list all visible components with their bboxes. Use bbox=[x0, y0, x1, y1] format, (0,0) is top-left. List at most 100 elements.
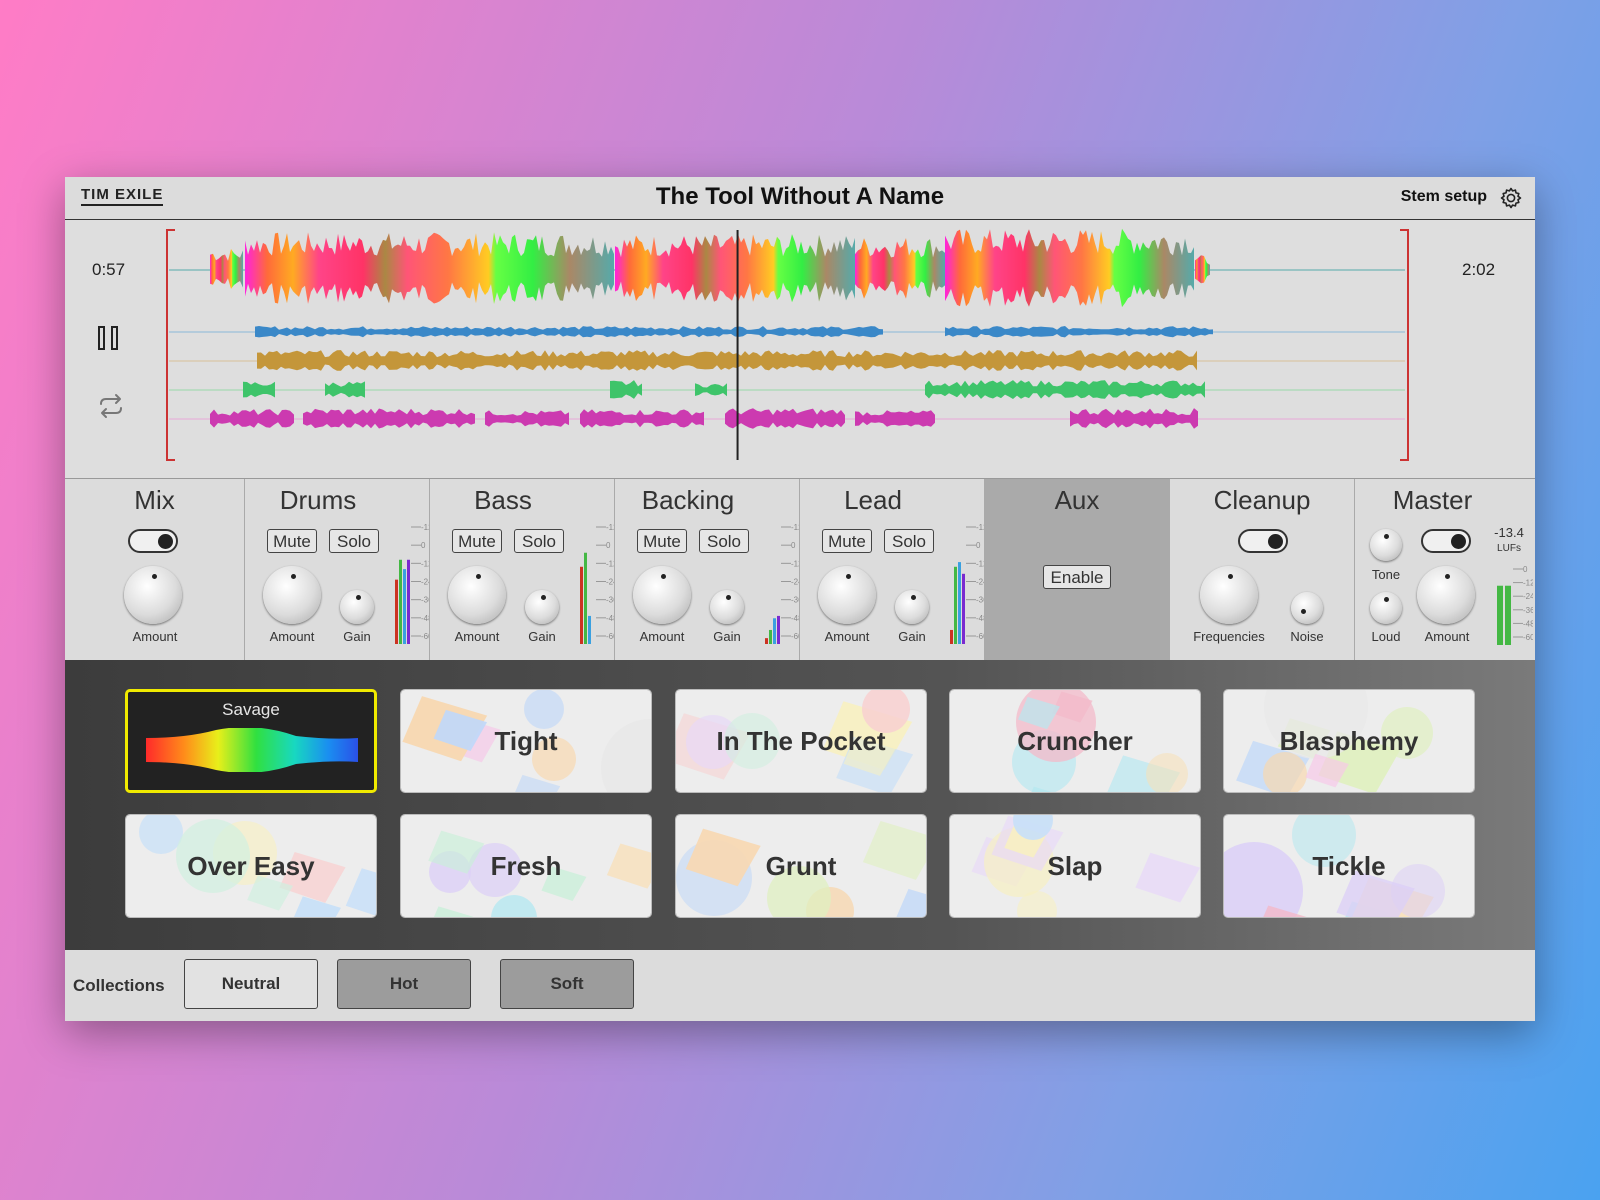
collection-hot-button[interactable]: Hot bbox=[337, 959, 471, 1009]
drums-mute-button[interactable]: Mute bbox=[267, 529, 317, 553]
preset-tile-fresh[interactable]: Fresh bbox=[400, 814, 652, 918]
range-start-marker[interactable] bbox=[166, 229, 175, 461]
drums-gain-knob[interactable] bbox=[340, 590, 374, 624]
master-loud-knob[interactable] bbox=[1370, 592, 1402, 624]
backing-gain-label: Gain bbox=[713, 629, 741, 644]
meter-bar bbox=[954, 566, 957, 644]
aux-title: Aux bbox=[1054, 485, 1100, 515]
waveform-segment bbox=[580, 409, 704, 428]
preset-tile-tight[interactable]: Tight bbox=[400, 689, 652, 793]
meter-tick-label: -12 bbox=[791, 559, 799, 568]
bass-solo-button[interactable]: Solo bbox=[514, 529, 564, 553]
master-title: Master bbox=[1392, 485, 1473, 515]
bass-gain-label: Gain bbox=[528, 629, 556, 644]
waveform-segment bbox=[615, 234, 855, 303]
aux-enable-button[interactable]: Enable bbox=[1043, 565, 1111, 589]
waveform-segment bbox=[945, 228, 1194, 308]
cleanup-title: Cleanup bbox=[1213, 485, 1311, 515]
bass-mute-button[interactable]: Mute bbox=[452, 529, 502, 553]
backing-gain-knob[interactable] bbox=[710, 590, 744, 624]
meter-bar bbox=[777, 615, 780, 644]
cleanup-toggle[interactable] bbox=[1238, 529, 1288, 553]
preset-tile-cruncher[interactable]: Cruncher bbox=[949, 689, 1201, 793]
meter-tick-label: -12 bbox=[1523, 579, 1533, 588]
mix-toggle[interactable] bbox=[128, 529, 178, 553]
drums-stem-waveform bbox=[255, 326, 1213, 338]
meter-tick-label: -36 bbox=[1523, 606, 1533, 615]
meter-tick-label: 0 bbox=[1523, 565, 1528, 574]
meter-tick-label: -60 bbox=[421, 632, 429, 641]
waveform-segment bbox=[925, 380, 1205, 399]
lead-gain-label: Gain bbox=[898, 629, 926, 644]
waveform-area[interactable]: 0:57 2:02 bbox=[65, 220, 1535, 477]
lead-mute-button[interactable]: Mute bbox=[822, 529, 872, 553]
backing-mute-button[interactable]: Mute bbox=[637, 529, 687, 553]
preset-tile-over-easy[interactable]: Over Easy bbox=[125, 814, 377, 918]
backing-amount-knob[interactable] bbox=[633, 566, 691, 624]
gear-icon[interactable] bbox=[1499, 186, 1523, 210]
backing-solo-button[interactable]: Solo bbox=[699, 529, 749, 553]
preset-label: In The Pocket bbox=[716, 726, 886, 756]
mix-amount-knob[interactable] bbox=[124, 566, 182, 624]
pause-icon[interactable] bbox=[98, 326, 124, 352]
meter-bar bbox=[1497, 585, 1503, 645]
preset-tile-in-the-pocket[interactable]: In The Pocket bbox=[675, 689, 927, 793]
lead-solo-button[interactable]: Solo bbox=[884, 529, 934, 553]
meter-tick-label: 0 bbox=[791, 541, 796, 550]
master-tone-knob[interactable] bbox=[1370, 529, 1402, 561]
lead-level-meter: -12 0 -12 -24 -36 -48 -60 bbox=[950, 523, 984, 644]
meter-tick-label: -12 bbox=[976, 559, 984, 568]
preset-tile-grunt[interactable]: Grunt bbox=[675, 814, 927, 918]
waveform-display[interactable] bbox=[165, 220, 1505, 470]
drums-solo-button[interactable]: Solo bbox=[329, 529, 379, 553]
cleanup-frequencies-knob[interactable] bbox=[1200, 566, 1258, 624]
meter-bar bbox=[395, 579, 398, 644]
bass-amount-knob[interactable] bbox=[448, 566, 506, 624]
lead-gain-knob[interactable] bbox=[895, 590, 929, 624]
preset-spectrum-graphic bbox=[146, 728, 358, 772]
bass-amount-label: Amount bbox=[454, 629, 500, 644]
backing-title: Backing bbox=[641, 485, 735, 515]
waveform-segment bbox=[855, 410, 935, 427]
meter-tick-label: -24 bbox=[976, 578, 984, 587]
lead-amount-knob[interactable] bbox=[818, 566, 876, 624]
master-level-meter: 0 -12 -24 -36 -48 -60 bbox=[1497, 565, 1533, 645]
master-amount-label: Amount bbox=[1424, 629, 1470, 644]
drums-amount-knob[interactable] bbox=[263, 566, 321, 624]
master-toggle[interactable] bbox=[1421, 529, 1471, 553]
collection-neutral-button[interactable]: Neutral bbox=[184, 959, 318, 1009]
range-end-marker[interactable] bbox=[1400, 229, 1409, 461]
preset-label: Savage bbox=[222, 700, 280, 719]
collection-soft-button[interactable]: Soft bbox=[500, 959, 634, 1009]
meter-tick-label: -12 bbox=[606, 523, 614, 532]
cleanup-noise-label: Noise bbox=[1290, 629, 1324, 644]
page-title: The Tool Without A Name bbox=[655, 183, 945, 210]
aux-strip: Aux Enable bbox=[985, 479, 1170, 661]
meter-tick-label: 0 bbox=[421, 541, 426, 550]
lead-stem-waveform bbox=[210, 408, 1198, 429]
meter-tick-label: -36 bbox=[976, 596, 984, 605]
preset-grid: Savage Tight In The Pocket Cruncher Blas… bbox=[65, 660, 1535, 950]
preset-tile-blasphemy[interactable]: Blasphemy bbox=[1223, 689, 1475, 793]
stem-setup-button[interactable]: Stem setup bbox=[1401, 188, 1487, 206]
bass-gain-knob[interactable] bbox=[525, 590, 559, 624]
cleanup-noise-knob[interactable] bbox=[1291, 592, 1323, 624]
meter-bar bbox=[1505, 585, 1511, 645]
meter-tick-label: 0 bbox=[606, 541, 611, 550]
mixer-panel: Mix Amount Drums Mute Solo Amount Gain -… bbox=[65, 478, 1535, 661]
preset-tile-slap[interactable]: Slap bbox=[949, 814, 1201, 918]
waveform-segment bbox=[210, 249, 243, 289]
preset-label: Over Easy bbox=[187, 851, 315, 881]
preset-label: Cruncher bbox=[1017, 726, 1133, 756]
meter-bar bbox=[773, 618, 776, 644]
loop-icon[interactable] bbox=[95, 392, 127, 420]
preset-tile-savage[interactable]: Savage bbox=[125, 689, 377, 793]
preset-tile-tickle[interactable]: Tickle bbox=[1223, 814, 1475, 918]
waveform-segment bbox=[610, 380, 642, 399]
lead-amount-label: Amount bbox=[824, 629, 870, 644]
meter-bar bbox=[950, 629, 953, 644]
master-loud-label: Loud bbox=[1371, 629, 1401, 644]
master-amount-knob[interactable] bbox=[1417, 566, 1475, 624]
preset-label: Blasphemy bbox=[1279, 726, 1419, 756]
meter-bar bbox=[407, 559, 410, 644]
